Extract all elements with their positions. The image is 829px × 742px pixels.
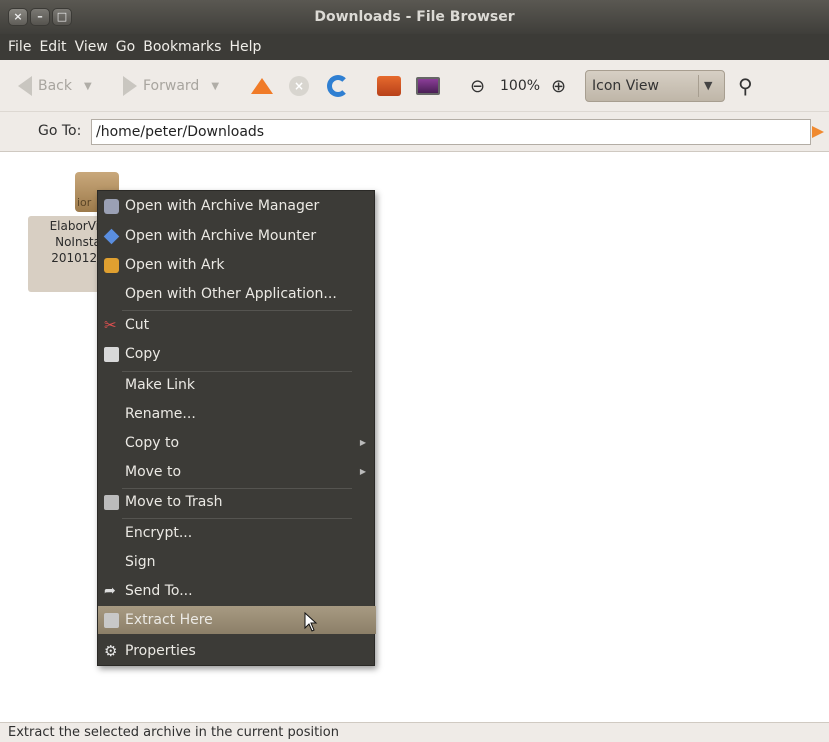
menu-move-to-trash[interactable]: Move to Trash bbox=[98, 488, 376, 516]
stop-icon: × bbox=[289, 76, 309, 96]
menu-copy-to[interactable]: Copy to ▶ bbox=[98, 429, 376, 457]
view-select-divider bbox=[698, 75, 699, 97]
submenu-arrow-icon: ▶ bbox=[359, 467, 366, 476]
go-arrow-icon[interactable] bbox=[812, 126, 824, 138]
ark-icon bbox=[104, 258, 119, 273]
menu-item-label: Properties bbox=[125, 643, 196, 659]
menu-item-label: Open with Archive Mounter bbox=[125, 228, 317, 244]
reload-icon bbox=[327, 75, 349, 97]
menu-move-to[interactable]: Move to ▶ bbox=[98, 458, 376, 486]
forward-button[interactable]: Forward ▼ bbox=[123, 74, 219, 98]
forward-label: Forward bbox=[143, 78, 200, 94]
status-bar: Extract the selected archive in the curr… bbox=[0, 722, 829, 742]
toolbar: Back ▼ Forward ▼ × ⊖ 100% ⊕ Icon View ▼ … bbox=[0, 60, 829, 112]
up-arrow-icon bbox=[251, 78, 273, 94]
menu-copy[interactable]: Copy bbox=[98, 340, 376, 368]
view-mode-value: Icon View bbox=[592, 78, 659, 94]
menu-item-label: Open with Other Application... bbox=[125, 286, 337, 302]
window-title: Downloads - File Browser bbox=[314, 9, 515, 25]
menu-item-label: Send To... bbox=[125, 583, 193, 599]
menu-item-label: Cut bbox=[125, 317, 150, 333]
menu-item-label: Move to bbox=[125, 464, 182, 480]
submenu-arrow-icon: ▶ bbox=[359, 438, 366, 447]
menu-item-label: Encrypt... bbox=[125, 525, 193, 541]
gear-icon: ⚙ bbox=[104, 642, 118, 660]
goto-label: Go To: bbox=[38, 123, 82, 139]
view-mode-select[interactable]: Icon View ▼ bbox=[585, 70, 725, 102]
menu-item-label: Sign bbox=[125, 554, 156, 570]
status-text: Extract the selected archive in the curr… bbox=[8, 725, 339, 740]
menu-item-label: Move to Trash bbox=[125, 494, 223, 510]
menu-cut[interactable]: ✂ Cut bbox=[98, 311, 376, 339]
title-bar: × – □ Downloads - File Browser bbox=[0, 0, 829, 34]
zoom-in-button[interactable]: ⊕ bbox=[551, 74, 566, 98]
back-arrow-icon bbox=[18, 76, 32, 96]
menu-help[interactable]: Help bbox=[229, 34, 261, 60]
menu-open-archive-manager[interactable]: Open with Archive Manager bbox=[98, 192, 376, 220]
send-icon: ➦ bbox=[104, 583, 116, 599]
back-button[interactable]: Back ▼ bbox=[18, 74, 92, 98]
location-input[interactable] bbox=[91, 119, 811, 145]
menu-open-ark[interactable]: Open with Ark bbox=[98, 251, 376, 279]
menu-bookmarks[interactable]: Bookmarks bbox=[143, 34, 221, 60]
context-menu: Open with Archive Manager Open with Arch… bbox=[97, 190, 376, 666]
menu-properties[interactable]: ⚙ Properties bbox=[98, 637, 376, 665]
menu-encrypt[interactable]: Encrypt... bbox=[98, 519, 376, 547]
mouse-pointer-icon bbox=[304, 612, 318, 632]
menu-make-link[interactable]: Make Link bbox=[98, 371, 376, 399]
up-button[interactable] bbox=[251, 74, 273, 98]
computer-button[interactable] bbox=[416, 74, 440, 98]
reload-button[interactable] bbox=[327, 74, 349, 98]
menu-edit[interactable]: Edit bbox=[39, 34, 66, 60]
extract-icon bbox=[104, 613, 119, 628]
copy-icon bbox=[104, 347, 119, 362]
scissors-icon: ✂ bbox=[104, 316, 117, 334]
chevron-down-icon: ▼ bbox=[704, 79, 713, 92]
menu-item-label: Copy to bbox=[125, 435, 180, 451]
home-folder-icon bbox=[377, 76, 401, 96]
menu-go[interactable]: Go bbox=[116, 34, 135, 60]
menu-item-label: Open with Archive Manager bbox=[125, 198, 320, 214]
menu-sign[interactable]: Sign bbox=[98, 548, 376, 576]
zoom-level[interactable]: 100% bbox=[500, 74, 540, 98]
archive-mounter-icon bbox=[103, 228, 120, 245]
menu-item-label: Rename... bbox=[125, 406, 196, 422]
archive-icon-text: ior bbox=[77, 196, 92, 209]
menu-item-label: Extract Here bbox=[125, 612, 213, 628]
forward-history-dropdown-icon[interactable]: ▼ bbox=[211, 81, 219, 92]
menu-item-label: Make Link bbox=[125, 377, 195, 393]
zoom-in-icon: ⊕ bbox=[551, 75, 567, 97]
menu-item-label: Copy bbox=[125, 346, 161, 362]
menu-file[interactable]: File bbox=[8, 34, 31, 60]
zoom-level-text: 100% bbox=[500, 78, 541, 94]
back-history-dropdown-icon[interactable]: ▼ bbox=[84, 81, 92, 92]
trash-icon bbox=[104, 495, 119, 510]
menu-view[interactable]: View bbox=[75, 34, 108, 60]
menu-item-label: Open with Ark bbox=[125, 257, 225, 273]
menu-open-other-application[interactable]: Open with Other Application... bbox=[98, 280, 376, 308]
zoom-out-button[interactable]: ⊖ bbox=[470, 74, 485, 98]
stop-button[interactable]: × bbox=[289, 74, 309, 98]
computer-icon bbox=[416, 77, 440, 95]
forward-arrow-icon bbox=[123, 76, 137, 96]
search-icon[interactable]: ⚲ bbox=[738, 74, 753, 98]
location-bar: Go To: bbox=[0, 112, 829, 152]
menu-send-to[interactable]: ➦ Send To... bbox=[98, 577, 376, 605]
archive-manager-icon bbox=[104, 199, 119, 214]
menu-rename[interactable]: Rename... bbox=[98, 400, 376, 428]
home-button[interactable] bbox=[377, 74, 401, 98]
menu-extract-here[interactable]: Extract Here bbox=[98, 606, 376, 634]
menu-bar: File Edit View Go Bookmarks Help bbox=[0, 34, 829, 60]
menu-open-archive-mounter[interactable]: Open with Archive Mounter bbox=[98, 222, 376, 250]
back-label: Back bbox=[38, 78, 72, 94]
zoom-out-icon: ⊖ bbox=[470, 75, 486, 97]
